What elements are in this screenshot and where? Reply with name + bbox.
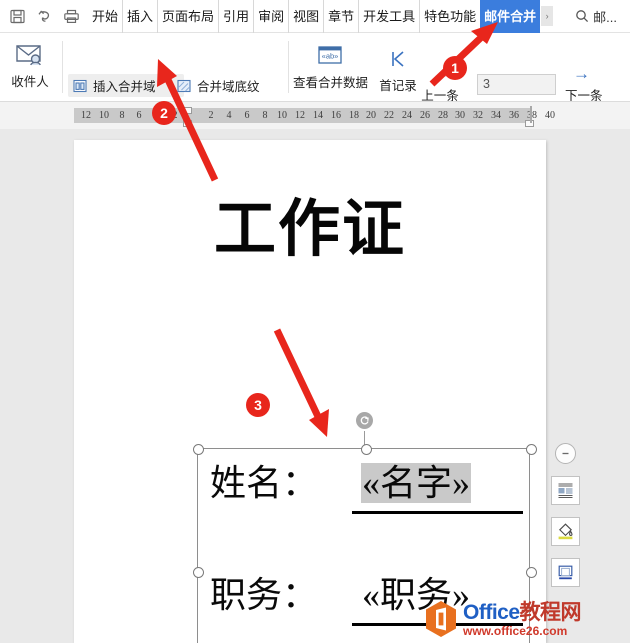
watermark-text: Office教程网 www.office26.com [463,600,582,638]
search-placeholder: 邮... [593,9,617,25]
row-name-field[interactable]: «名字» [361,463,472,503]
menu-tab-insert[interactable]: 插入 [123,0,159,33]
undo-icon[interactable] [36,8,53,25]
watermark-brand: Office教程网 [463,600,582,624]
recipients-label: 收件人 [11,75,49,89]
first-line-indent-marker[interactable] [183,107,192,114]
ruler-margin-divider [530,106,532,123]
save-icon[interactable] [9,8,26,25]
menu-tab-developer-tools[interactable]: 开发工具 [359,0,421,33]
merge-field-shading-button[interactable]: 合并域底纹 [172,74,264,97]
ruler-tick-r2: 2 [208,110,214,121]
row-name-underline [352,511,523,514]
view-merge-data-icon: «ab» [293,40,367,72]
menu-tab-mail-merge[interactable]: 邮件合并 [480,0,541,33]
fill-color-icon[interactable] [551,517,580,546]
ruler-tick-r18: 18 [349,110,359,121]
ruler-tick-r26: 26 [420,110,430,121]
ruler-tick-r24: 24 [402,110,412,121]
office-logo-icon [424,600,458,638]
merge-field-shading-label: 合并域底纹 [197,80,260,94]
menu-tab-view[interactable]: 视图 [289,0,325,33]
watermark-brand-blue: Office [463,600,520,624]
menu-tab-special-features[interactable]: 特色功能 [420,0,480,33]
menu-tab-section[interactable]: 章节 [324,0,360,33]
resize-handle-top-left[interactable] [193,444,204,455]
recipients-button[interactable]: 收件人 [2,37,58,90]
svg-text:«ab»: «ab» [322,52,339,61]
row-position-label: 职务： [210,575,319,615]
ruler-tick-r16: 16 [331,110,341,121]
watermark-brand-red: 教程网 [519,600,582,624]
print-icon[interactable] [63,8,80,25]
watermark-url: www.office26.com [463,623,568,638]
ruler-tick-r12: 12 [295,110,305,121]
resize-handle-middle-left[interactable] [193,567,204,578]
next-record-icon[interactable]: → [573,65,590,82]
insert-merge-field-button[interactable]: 插入合并域 [68,74,184,97]
minus-icon[interactable] [555,443,576,464]
resize-handle-top-right[interactable] [526,444,537,455]
merge-field-name[interactable]: «名字» [361,463,472,503]
record-number-input[interactable]: 3 [477,74,556,95]
row-name-label: 姓名： [210,463,319,503]
site-watermark: Office教程网 www.office26.com [424,600,582,638]
text-wrap-icon[interactable] [551,558,580,587]
floating-shape-toolbar [551,443,580,587]
resize-handle-top-center[interactable] [361,444,372,455]
document-title: 工作证 [213,192,406,265]
layout-options-icon[interactable] [551,476,580,505]
ruler-tick-l10: 10 [99,110,109,121]
menu-tab-start[interactable]: 开始 [88,0,124,33]
ruler-tick-r4: 4 [226,110,232,121]
ruler-tick-l2: 2 [172,110,178,121]
ruler-tick-l8: 8 [119,110,125,121]
horizontal-ruler[interactable]: 12 10 8 6 4 2 2 4 6 8 10 12 14 16 18 20 … [0,102,630,129]
search-icon [575,9,589,23]
ruler-tick-r8: 8 [262,110,268,121]
document-canvas[interactable]: 工作证 姓名： «名字» 职务： «职务» [0,129,630,643]
ribbon-separator-2 [288,41,289,93]
ruler-tick-r34: 34 [491,110,501,121]
insert-merge-field-label: 插入合并域 [93,80,156,94]
ruler-tick-r36: 36 [509,110,519,121]
menu-tabs: 开始 插入 页面布局 引用 审阅 视图 章节 开发工具 特色功能 邮件合并 › [88,0,554,33]
menu-tab-review[interactable]: 审阅 [254,0,290,33]
menu-tab-page-layout[interactable]: 页面布局 [158,0,220,33]
ruler-tick-r40: 40 [545,110,555,121]
left-indent-marker[interactable] [183,120,192,127]
document-page[interactable]: 工作证 姓名： «名字» 职务： «职务» [74,140,546,643]
ruler-tick-l6: 6 [136,110,142,121]
quick-access-toolbar [0,8,88,25]
rotate-icon[interactable] [356,412,373,429]
ruler-tick-r14: 14 [313,110,323,121]
merge-field-shading-icon [176,78,192,94]
ruler-tick-r28: 28 [438,110,448,121]
ruler-tick-r20: 20 [366,110,376,121]
ruler-tick-r22: 22 [384,110,394,121]
recipients-icon [2,37,58,71]
search-box[interactable]: 邮... [575,7,617,26]
ruler-tick-r30: 30 [455,110,465,121]
menu-overflow-chevron-icon[interactable]: › [541,6,554,26]
ribbon-separator-1 [62,41,63,93]
ruler-tick-r6: 6 [244,110,250,121]
resize-handle-middle-right[interactable] [526,567,537,578]
wps-writer-window: 开始 插入 页面布局 引用 审阅 视图 章节 开发工具 特色功能 邮件合并 › … [0,0,630,643]
ruler-tick-r32: 32 [473,110,483,121]
insert-merge-field-icon [72,78,88,94]
next-record-label: 下一条 [565,89,603,102]
view-merge-data-label: 查看合并数据 [293,76,369,90]
previous-record-label: 上一条 [421,89,459,102]
menu-bar: 开始 插入 页面布局 引用 审阅 视图 章节 开发工具 特色功能 邮件合并 › … [0,0,630,33]
ruler-tick-r10: 10 [277,110,287,121]
ribbon-toolbar: 收件人 插入合并域 合并域底纹 «ab» 查看合并数据 首记录 ← 上一条 3 … [0,33,630,102]
menu-tab-references[interactable]: 引用 [219,0,255,33]
ruler-tick-l12: 12 [81,110,91,121]
previous-record-icon[interactable]: ← [432,65,449,82]
ruler-tick-l4: 4 [154,110,160,121]
first-record-icon [370,43,426,75]
view-merge-data-button[interactable]: «ab» 查看合并数据 [293,40,369,91]
